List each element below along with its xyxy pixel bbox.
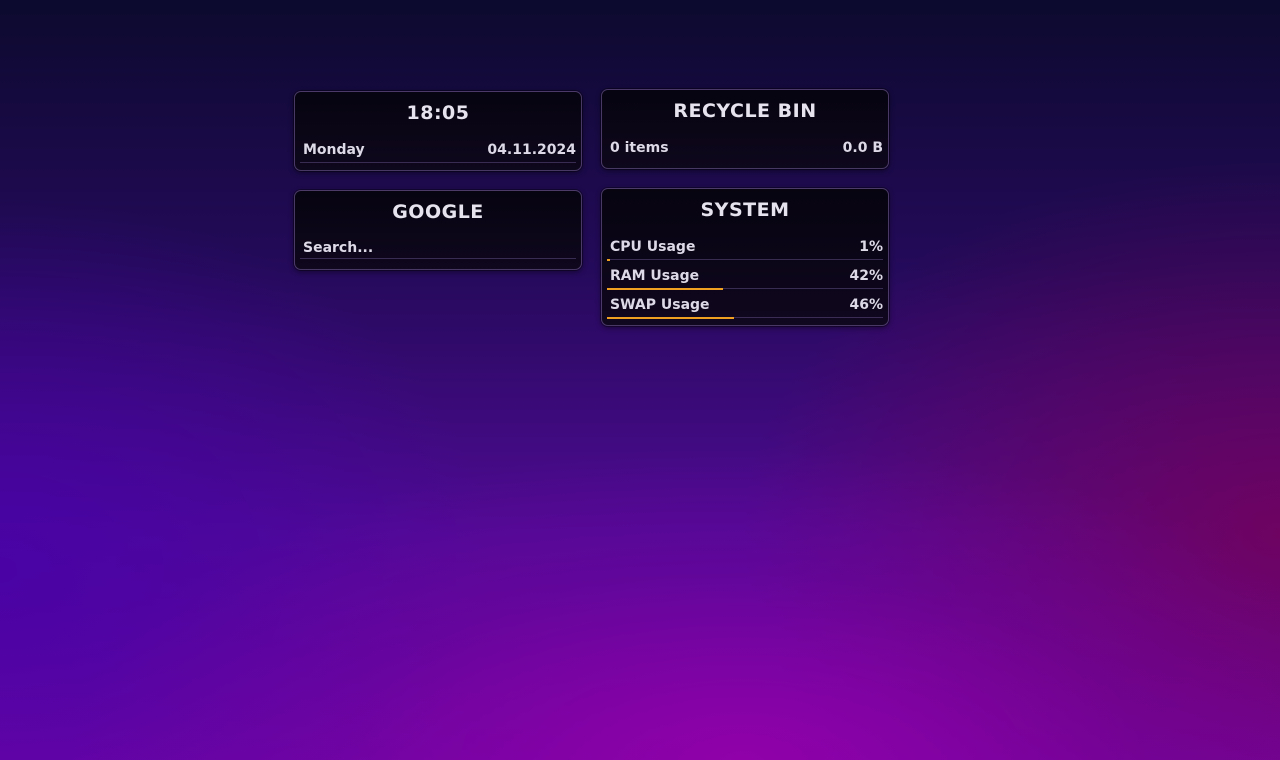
divider [607,259,883,260]
system-title: SYSTEM [700,199,790,221]
swap-usage-bar [607,317,734,319]
google-search-input[interactable] [303,238,576,258]
clock-date: 04.11.2024 [487,142,576,158]
cpu-usage-label: CPU Usage [610,239,696,255]
clock-time: 18:05 [406,102,470,124]
desktop-background: 18:05 Monday 04.11.2024 RECYCLE BIN 0 it… [0,0,1280,760]
cpu-usage-bar [607,259,610,261]
recycle-bin-size: 0.0 B [842,140,883,156]
recycle-bin-item-count: 0 items [610,140,669,156]
clock-weekday: Monday [303,142,365,158]
clock-widget: 18:05 Monday 04.11.2024 [294,91,582,171]
recycle-bin-widget[interactable]: RECYCLE BIN 0 items 0.0 B [601,89,889,169]
system-widget: SYSTEM CPU Usage 1% RAM Usage 42% SWAP U… [601,188,889,326]
google-title: GOOGLE [392,201,484,223]
clock-date-row: Monday 04.11.2024 [300,142,576,163]
ram-usage-bar [607,288,723,290]
divider [300,258,576,259]
ram-usage-row: RAM Usage 42% [607,268,883,290]
recycle-bin-title: RECYCLE BIN [673,100,817,122]
ram-usage-value: 42% [849,268,883,284]
recycle-bin-info-row: 0 items 0.0 B [610,140,883,160]
google-search-widget: GOOGLE [294,190,582,270]
ram-usage-label: RAM Usage [610,268,700,284]
divider [300,162,576,163]
swap-usage-value: 46% [849,297,883,313]
cpu-usage-value: 1% [859,239,883,255]
swap-usage-label: SWAP Usage [610,297,710,313]
cpu-usage-row: CPU Usage 1% [607,239,883,261]
swap-usage-row: SWAP Usage 46% [607,297,883,319]
